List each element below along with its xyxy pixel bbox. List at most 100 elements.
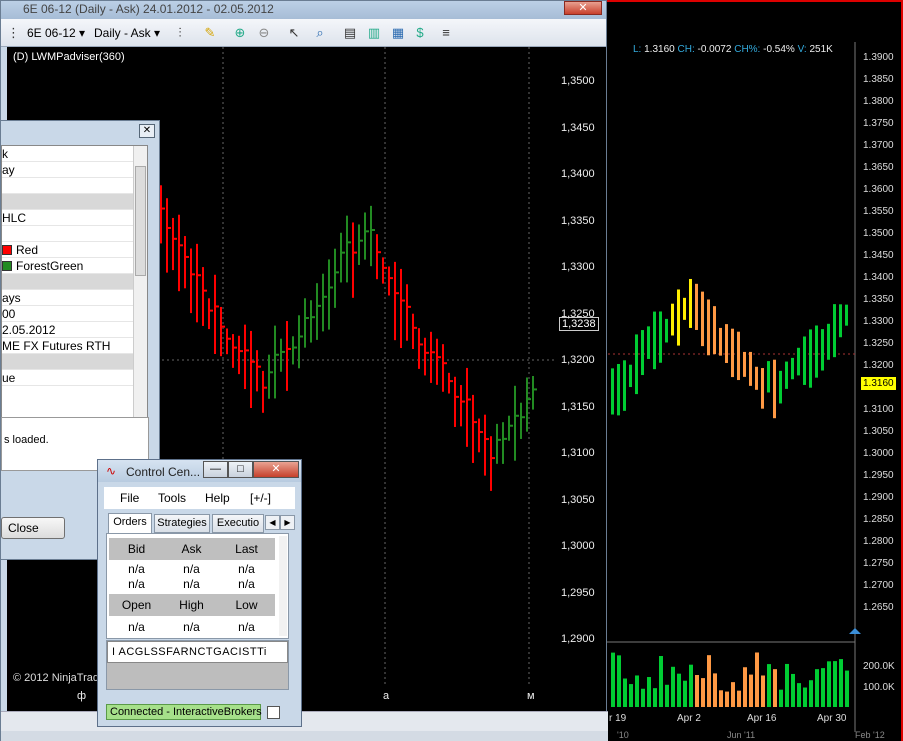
property-row[interactable]: k: [2, 146, 134, 162]
dialog-close-button[interactable]: ✕: [139, 124, 155, 138]
copyright-text: © 2012 NinjaTrad: [13, 672, 99, 684]
close-button[interactable]: Close: [1, 517, 65, 539]
property-row[interactable]: [2, 226, 134, 242]
volume-bar: [689, 664, 693, 707]
volume-bar: [755, 652, 759, 707]
control-center-window[interactable]: ∿ Control Cen... — □ ✕ File Tools Help […: [97, 459, 302, 727]
interval-selector[interactable]: Daily - Ask ▾: [94, 24, 160, 42]
status-checkbox[interactable]: [267, 706, 280, 719]
property-row[interactable]: 00: [2, 306, 134, 322]
cursor-icon[interactable]: ↖: [285, 24, 303, 42]
background-last-price-tag: 1.3160: [861, 377, 896, 390]
property-value: ue: [2, 371, 16, 385]
instrument-selector[interactable]: 6E 06-12 ▾: [27, 24, 85, 42]
property-row[interactable]: Red: [2, 242, 134, 258]
menu-tools[interactable]: Tools: [158, 491, 186, 505]
indicators-icon[interactable]: ▥: [365, 24, 383, 42]
bid-value: n/a: [128, 562, 145, 576]
properties-scrollbar[interactable]: [133, 146, 147, 431]
window-close-button[interactable]: ✕: [564, 1, 602, 15]
zoom-out-icon[interactable]: ⊖: [255, 24, 273, 42]
pencil-icon[interactable]: ✎: [201, 24, 219, 42]
instrument-list[interactable]: I ACGLSSFARNCTGACISTTi: [106, 640, 289, 690]
property-row[interactable]: 2.05.2012: [2, 322, 134, 338]
candle: [689, 278, 692, 328]
minimize-button[interactable]: —: [203, 461, 228, 478]
candle: [845, 304, 848, 326]
price-axis[interactable]: 1,3238 1,3500 1,3450 1,3400 1,3350 1,3300 1,3…: [555, 47, 606, 687]
menu-help[interactable]: Help: [205, 491, 230, 505]
candle: [611, 368, 614, 415]
volume-bar: [653, 688, 657, 707]
lines-icon[interactable]: ≡: [437, 24, 455, 42]
volume-bar: [713, 673, 717, 707]
close-button[interactable]: ✕: [253, 461, 299, 478]
candle: [731, 328, 734, 378]
date-label: r 19: [609, 713, 627, 724]
tab-strategies[interactable]: Strategies: [154, 514, 210, 533]
volume-bar: [695, 675, 699, 707]
menu-expand[interactable]: [+/-]: [250, 491, 271, 505]
property-row[interactable]: ForestGreen: [2, 258, 134, 274]
properties-icon[interactable]: ▤: [341, 24, 359, 42]
price-tick-label: 1,3000: [561, 540, 595, 552]
volume-bar: [815, 669, 819, 707]
market-data-panel: Bid Ask Last n/a n/a n/a n/a n/a n/a Ope…: [106, 533, 289, 639]
background-chart[interactable]: L: 1.3160 CH: -0.0072 CH%: -0.54% V: 251…: [603, 0, 903, 741]
property-row[interactable]: ME FX Futures RTH: [2, 338, 134, 354]
overview-label: Feb '12: [855, 730, 885, 740]
volume-bar: [629, 684, 633, 707]
instrument-symbols[interactable]: I ACGLSSFARNCTGACISTTi: [107, 641, 288, 663]
property-category-row[interactable]: [2, 274, 134, 290]
candle: [803, 336, 806, 385]
toolbar-grip-icon: ⋮: [7, 25, 20, 40]
property-category-row[interactable]: [2, 354, 134, 370]
panel-scrollbar[interactable]: [279, 536, 287, 636]
tab-scroll-right-icon[interactable]: ▶: [280, 515, 295, 530]
property-row[interactable]: ue: [2, 370, 134, 386]
header-ask: Ask: [181, 542, 202, 556]
property-category-row[interactable]: [2, 194, 134, 210]
high-value: n/a: [183, 620, 200, 634]
properties-grid[interactable]: k ay HLC Red ForestGreen ays 00 2.05.2012 ME FX …: [1, 145, 148, 432]
property-row[interactable]: HLC: [2, 210, 134, 226]
connection-status: Connected - InteractiveBrokers: [106, 704, 262, 720]
search-icon[interactable]: ⌕: [311, 24, 329, 42]
scrollbar-thumb[interactable]: [135, 166, 146, 276]
horizontal-scrollbar[interactable]: [1, 711, 608, 731]
background-price-label: 1.2750: [863, 558, 894, 569]
property-row[interactable]: [2, 178, 134, 194]
candle: [809, 329, 812, 388]
property-row[interactable]: ay: [2, 162, 134, 178]
candle: [767, 361, 770, 393]
ask-value: n/a: [183, 562, 200, 576]
dollar-icon[interactable]: $: [411, 24, 429, 42]
maximize-button[interactable]: □: [228, 461, 253, 478]
background-price-label: 1.3800: [863, 96, 894, 107]
bar-type-icon[interactable]: ⫶: [171, 24, 189, 42]
window-title: 6E 06-12 (Daily - Ask) 24.01.2012 - 02.0…: [23, 2, 274, 16]
candle: [773, 359, 776, 419]
tab-executions[interactable]: Executio: [212, 514, 264, 533]
volume-bar: [719, 690, 723, 707]
property-row[interactable]: ays: [2, 290, 134, 306]
background-price-label: 1.3550: [863, 206, 894, 217]
strategies-icon[interactable]: ▦: [389, 24, 407, 42]
zoom-in-icon[interactable]: ⊕: [231, 24, 249, 42]
property-value: ForestGreen: [16, 259, 84, 273]
volume-bar: [773, 669, 777, 707]
indicator-label: (D) LWMPadviser(360): [13, 51, 125, 63]
chart-titlebar[interactable]: 6E 06-12 (Daily - Ask) 24.01.2012 - 02.0…: [1, 1, 606, 19]
tab-scroll-left-icon[interactable]: ◀: [265, 515, 280, 530]
candle: [779, 370, 782, 404]
property-value: 00: [2, 307, 16, 321]
background-price-label: 1.2700: [863, 580, 894, 591]
candle: [647, 326, 650, 359]
open-value: n/a: [128, 620, 145, 634]
control-center-titlebar[interactable]: ∿ Control Cen... — □ ✕: [98, 460, 301, 482]
price-tick-label: 1,2950: [561, 586, 595, 599]
tab-orders[interactable]: Orders: [108, 513, 152, 533]
candle: [833, 304, 836, 358]
background-price-label: 1.3850: [863, 74, 894, 85]
menu-file[interactable]: File: [120, 491, 139, 505]
